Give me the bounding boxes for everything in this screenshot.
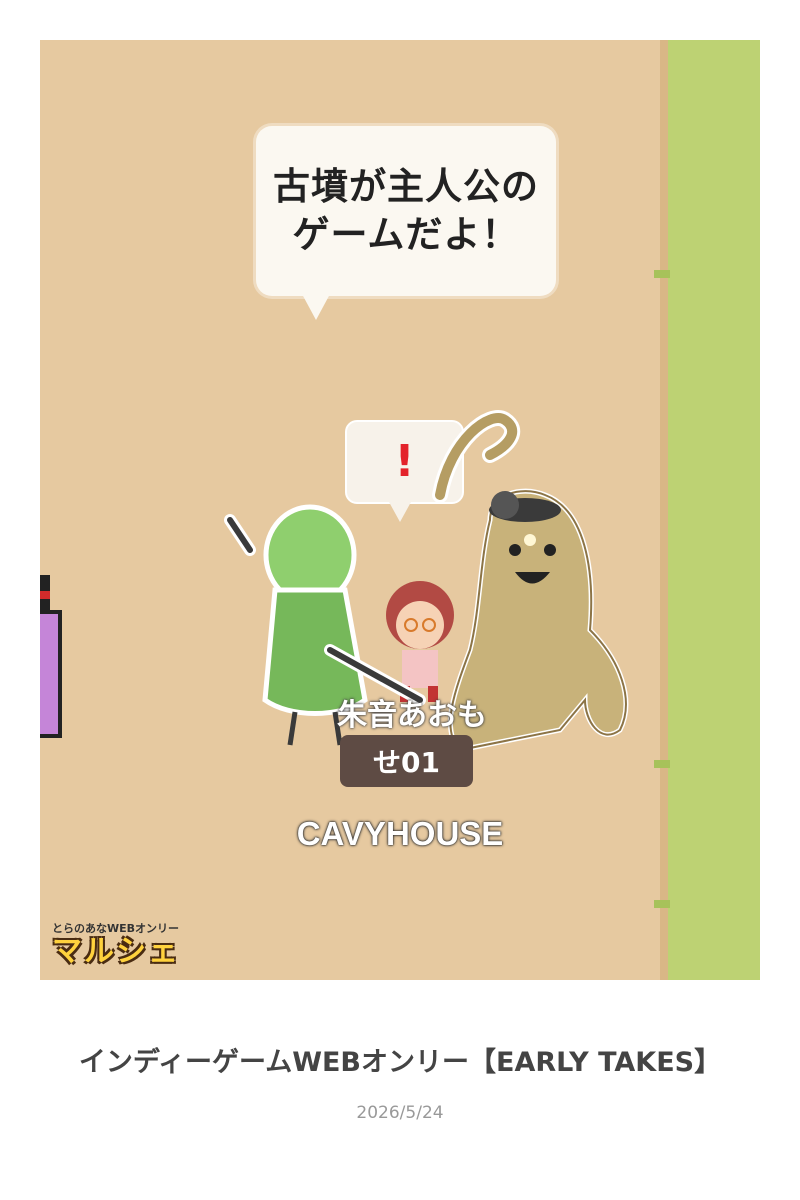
grass-strip (654, 40, 760, 980)
grass-tuft (654, 270, 670, 278)
player-name-line-2: せ01 (373, 746, 440, 779)
player-name-chip: せ01 (340, 735, 473, 787)
game-scene: 古墳が主人公の ゲームだよ！ ! 朱音あおも せ01 CAVYHOUSE とらの… (40, 40, 760, 980)
post-title[interactable]: インディーゲームWEBオンリー【EARLY TAKES】 (0, 1040, 800, 1079)
speech-line-1: 古墳が主人公の (273, 165, 539, 208)
map-object-marker (40, 575, 50, 615)
booth-name-label[interactable]: CAVYHOUSE (240, 815, 560, 853)
logo-title: マルシェ (52, 934, 180, 969)
speech-line-2: ゲームだよ！ (292, 213, 520, 256)
grass-tuft (654, 760, 670, 768)
event-logo: とらのあなWEBオンリー マルシェ (52, 920, 180, 968)
post-date: 2026/5/24 (356, 1103, 444, 1123)
speech-bubble: 古墳が主人公の ゲームだよ！ (256, 126, 556, 320)
neighbor-booth-object[interactable] (40, 610, 62, 738)
player-name-label: 朱音あおも (337, 698, 487, 733)
grass-tuft (654, 900, 670, 908)
